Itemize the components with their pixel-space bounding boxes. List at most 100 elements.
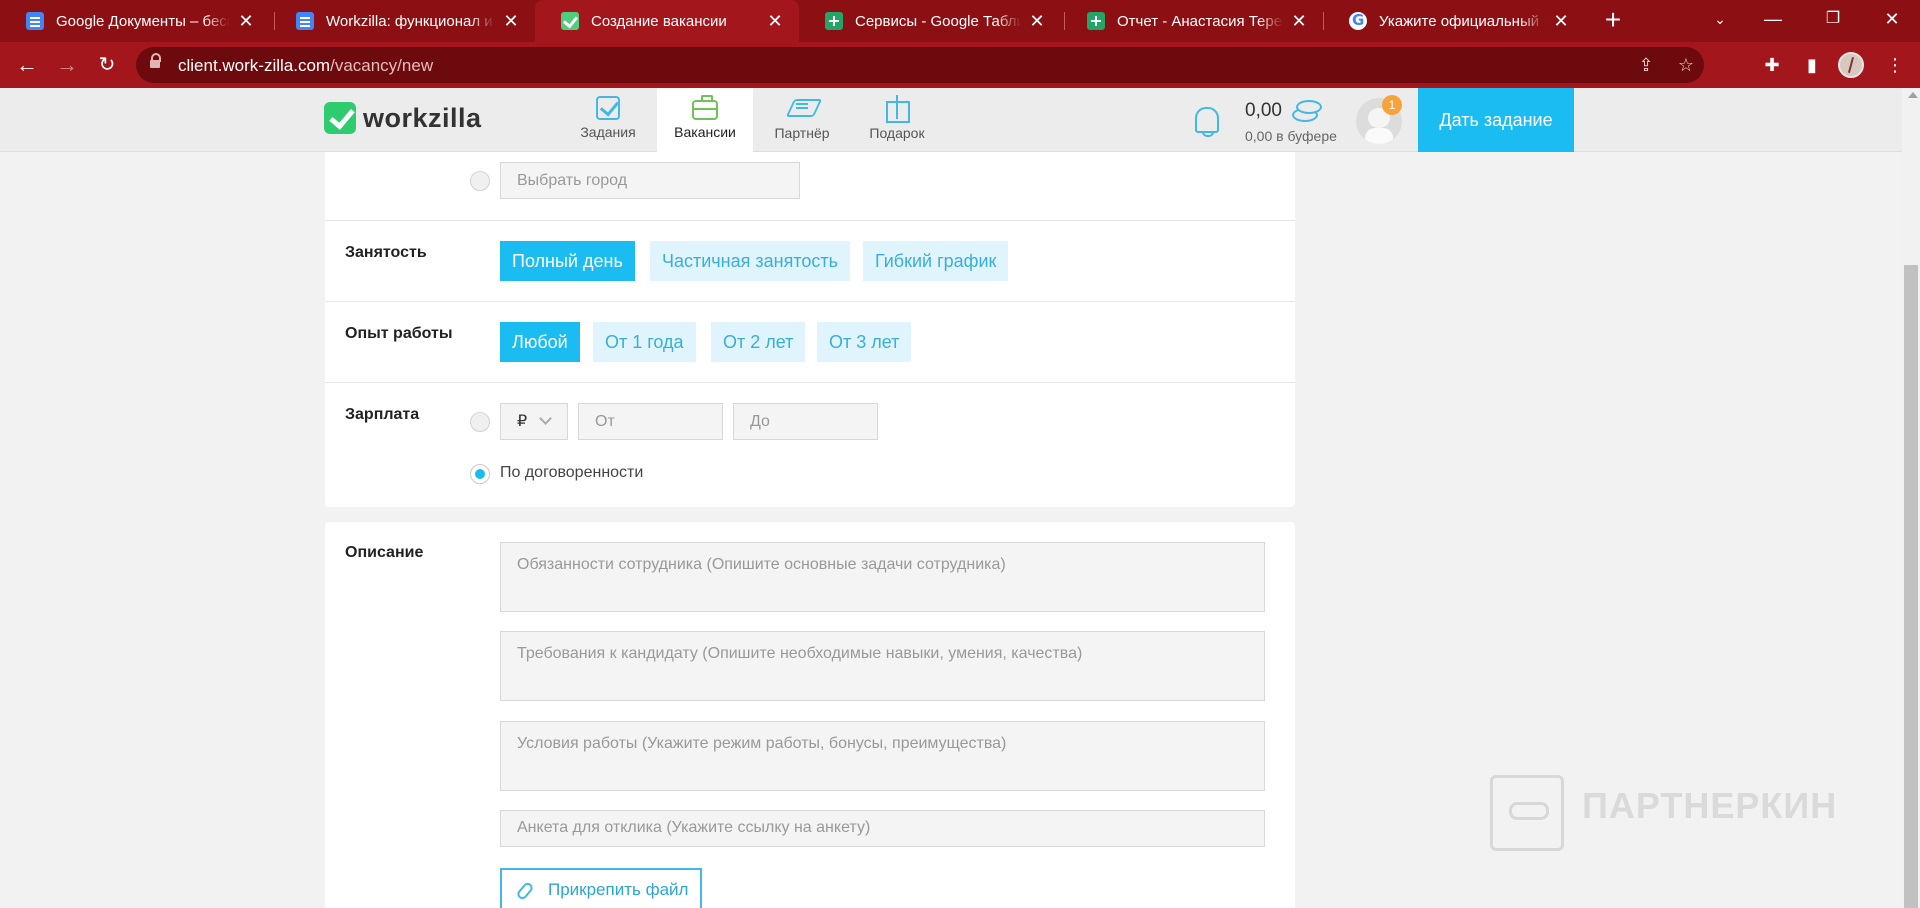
close-tab-icon[interactable]: ✕ — [1289, 11, 1309, 32]
close-tab-icon[interactable]: ✕ — [1027, 11, 1047, 32]
browser-tab[interactable]: Отчет - Анастасия Терентьева ✕ — [1061, 0, 1323, 42]
experience-option-1y[interactable]: От 1 года — [593, 322, 696, 362]
tasks-icon — [596, 96, 620, 120]
chevron-down-icon — [539, 412, 552, 425]
handshake-icon — [787, 93, 817, 121]
duties-textarea[interactable]: Обязанности сотрудника (Опишите основные… — [500, 542, 1265, 612]
browser-tab[interactable]: Укажите официальный курс ✕ — [1323, 0, 1585, 42]
scrollbar-thumb[interactable] — [1904, 265, 1918, 908]
profile-avatar[interactable] — [1838, 52, 1864, 78]
new-tab-button[interactable]: + — [1598, 6, 1628, 36]
google-icon — [1349, 11, 1367, 30]
browser-toolbar: ← → ↻ client.work-zilla.com/vacancy/new … — [0, 42, 1920, 88]
close-window-button[interactable]: ✕ — [1864, 0, 1920, 38]
side-panel-icon[interactable]: ▮ — [1797, 50, 1827, 80]
experience-option-3y[interactable]: От 3 лет — [817, 322, 912, 362]
scroll-up-arrow-icon[interactable] — [1908, 92, 1918, 98]
nav-item-tasks[interactable]: Задания — [568, 88, 648, 152]
workzilla-logo-icon — [324, 102, 356, 134]
vacancy-params-card: Выбрать город Занятость Полный день Част… — [325, 152, 1295, 507]
close-tab-icon[interactable]: ✕ — [765, 11, 785, 32]
logo-text: workzilla — [363, 102, 482, 133]
employment-option-flexible[interactable]: Гибкий график — [863, 241, 1009, 281]
nav-item-gift[interactable]: Подарок — [857, 88, 937, 152]
employment-option-part-time[interactable]: Частичная занятость — [650, 241, 851, 281]
lock-icon[interactable] — [150, 53, 161, 70]
requirements-textarea[interactable]: Требования к кандидату (Опишите необходи… — [500, 631, 1265, 701]
currency-select[interactable]: ₽ — [500, 403, 568, 440]
site-header: workzilla Задания Вакансии Партнёр Подар… — [0, 88, 1902, 152]
coins-icon — [1288, 100, 1322, 122]
browser-tab-active[interactable]: Создание вакансии ✕ — [535, 0, 799, 42]
divider — [325, 220, 1295, 221]
experience-option-2y[interactable]: От 2 лет — [711, 322, 806, 362]
salary-from-input[interactable]: От — [578, 403, 723, 440]
forward-arrow-icon[interactable]: → — [51, 49, 83, 81]
balance-amount[interactable]: 0,00 — [1245, 100, 1282, 122]
back-arrow-icon[interactable]: ← — [11, 49, 43, 81]
nav-item-partner[interactable]: Партнёр — [762, 88, 842, 152]
divider — [325, 382, 1295, 383]
tab-title: Отчет - Анастасия Терентьева — [1117, 12, 1283, 30]
nav-label: Задания — [580, 124, 636, 140]
minimize-button[interactable]: — — [1745, 0, 1801, 38]
description-label: Описание — [345, 544, 424, 561]
salary-negotiable-label[interactable]: По договоренности — [500, 464, 643, 482]
google-docs-icon — [296, 12, 314, 30]
menu-kebab-icon[interactable]: ⋮ — [1880, 50, 1910, 80]
description-card: Описание Обязанности сотрудника (Опишите… — [325, 522, 1295, 908]
divider — [325, 301, 1295, 302]
browser-tab-strip: Google Документы – бесплатно ✕ Workzilla… — [0, 0, 1920, 42]
tab-title: Создание вакансии — [591, 12, 727, 30]
nav-label: Подарок — [869, 125, 925, 141]
attach-file-label: Прикрепить файл — [548, 880, 689, 899]
currency-value: ₽ — [517, 413, 528, 430]
browser-tab[interactable]: Google Документы – бесплатно ✕ — [0, 0, 270, 42]
google-sheets-icon — [825, 12, 843, 30]
form-link-input[interactable]: Анкета для отклика (Укажите ссылку на ан… — [500, 810, 1265, 847]
watermark-text: ПАРТНЕРКИН — [1582, 785, 1838, 826]
tab-title: Google Документы – бесплатно — [56, 12, 230, 30]
nav-label: Вакансии — [674, 124, 736, 140]
bookmark-star-icon[interactable]: ☆ — [1672, 51, 1700, 79]
employment-label: Занятость — [345, 244, 427, 261]
salary-to-input[interactable]: До — [733, 403, 878, 440]
extensions-puzzle-icon[interactable]: ✚ — [1757, 50, 1787, 80]
reload-icon[interactable]: ↻ — [91, 49, 123, 81]
give-task-button[interactable]: Дать задание — [1418, 88, 1574, 152]
address-bar[interactable]: client.work-zilla.com/vacancy/new ⇪ ☆ — [136, 47, 1704, 83]
restore-button[interactable]: ❐ — [1805, 0, 1861, 38]
tab-title: Сервисы - Google Таблицы — [855, 12, 1021, 30]
tab-search-chevron-icon[interactable]: ⌄ — [1692, 0, 1748, 38]
conditions-textarea[interactable]: Условия работы (Укажите режим работы, бо… — [500, 721, 1265, 791]
salary-label: Зарплата — [345, 406, 420, 423]
gift-icon — [882, 93, 912, 123]
close-tab-icon[interactable]: ✕ — [1551, 11, 1571, 32]
salary-range-radio[interactable] — [470, 412, 490, 432]
employment-option-full-day[interactable]: Полный день — [500, 241, 635, 281]
tab-title: Укажите официальный курс — [1379, 12, 1545, 30]
url-text[interactable]: client.work-zilla.com/vacancy/new — [178, 56, 433, 76]
workzilla-icon — [561, 12, 579, 30]
close-tab-icon[interactable]: ✕ — [501, 11, 521, 32]
paperclip-icon — [515, 880, 535, 902]
close-tab-icon[interactable]: ✕ — [236, 11, 256, 32]
browser-tab[interactable]: Workzilla: функционал и возможности ✕ — [270, 0, 535, 42]
tab-title: Workzilla: функционал и возможности — [326, 12, 495, 30]
workzilla-logo[interactable]: workzilla — [324, 102, 482, 134]
briefcase-icon — [692, 95, 718, 120]
experience-option-any[interactable]: Любой — [500, 322, 580, 362]
experience-label: Опыт работы — [345, 325, 453, 342]
salary-negotiable-radio[interactable] — [470, 464, 490, 484]
browser-tab[interactable]: Сервисы - Google Таблицы ✕ — [799, 0, 1061, 42]
google-docs-icon — [26, 12, 44, 30]
notification-bell-icon[interactable] — [1192, 103, 1220, 137]
share-icon[interactable]: ⇪ — [1632, 51, 1660, 79]
watermark-logo-icon — [1490, 775, 1564, 851]
city-select[interactable]: Выбрать город — [500, 162, 800, 199]
google-sheets-icon — [1087, 12, 1105, 30]
city-radio[interactable] — [470, 171, 490, 191]
nav-label: Партнёр — [774, 125, 830, 141]
attach-file-button[interactable]: Прикрепить файл — [500, 868, 702, 908]
nav-item-vacancies[interactable]: Вакансии — [657, 88, 753, 152]
